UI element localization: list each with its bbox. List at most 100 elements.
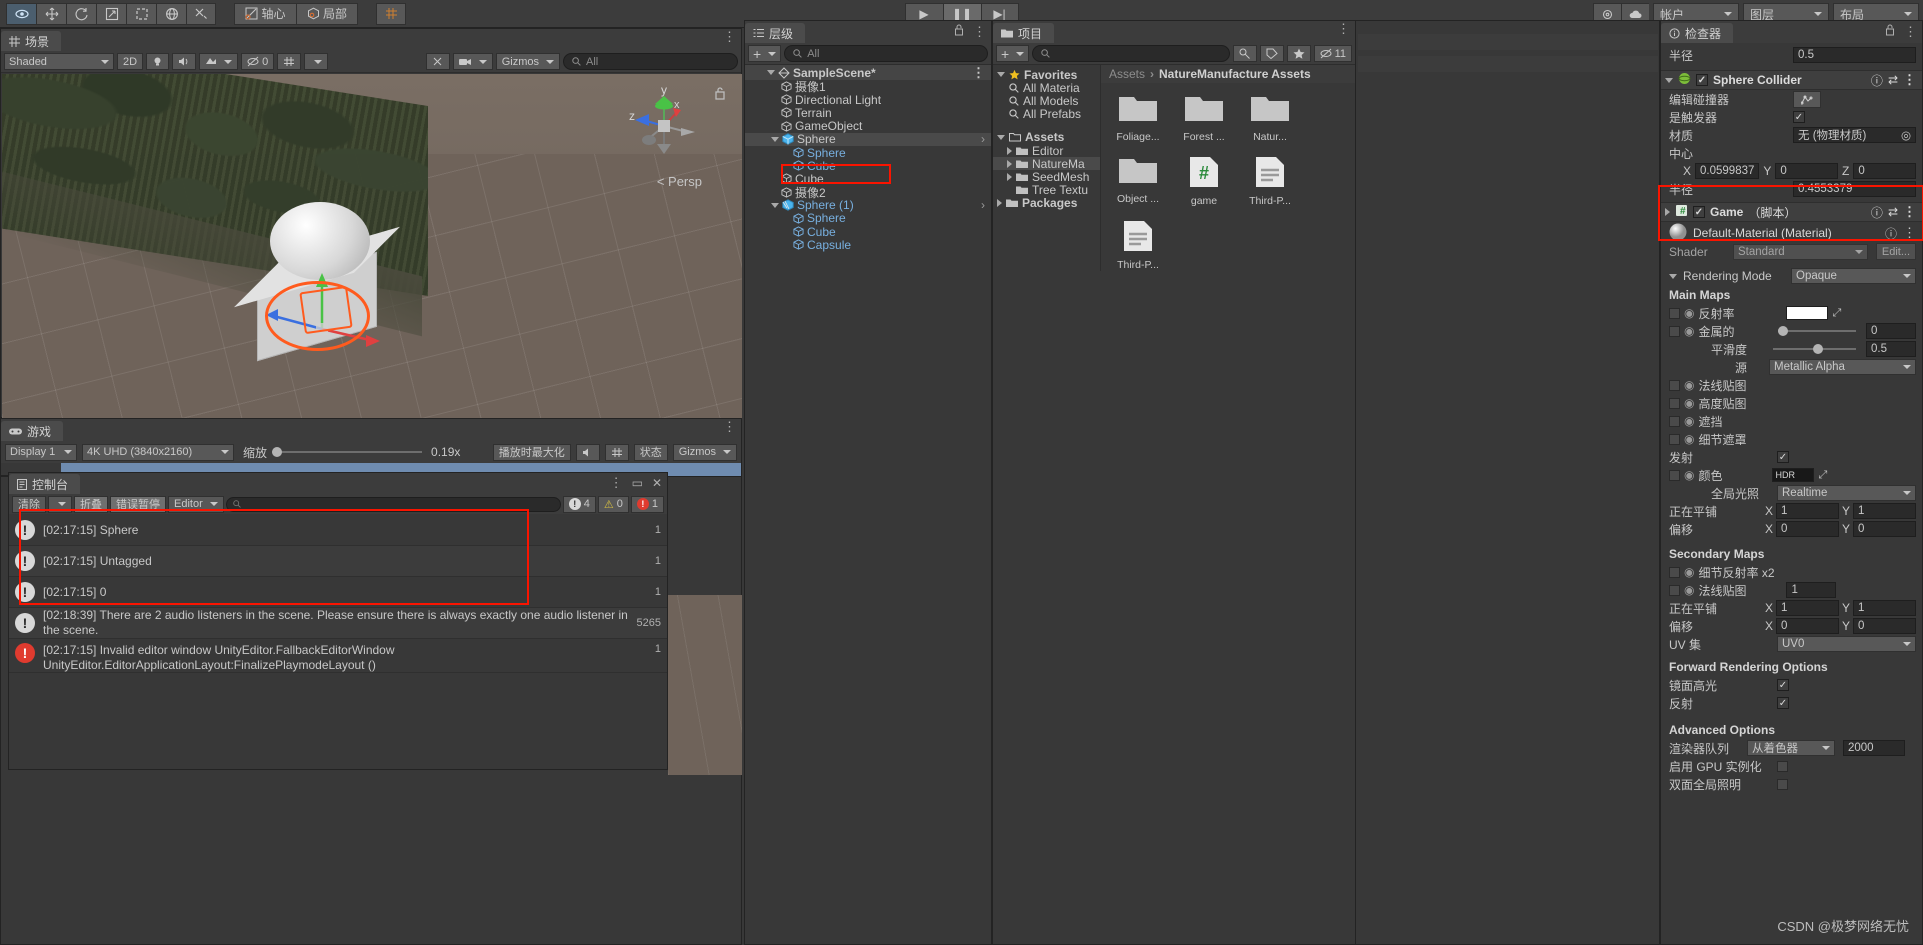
emission-checkbox[interactable]: ✓ bbox=[1777, 451, 1789, 463]
tiling-x-field[interactable]: 1 bbox=[1776, 503, 1839, 519]
hierarchy-item-cube-child[interactable]: Cube bbox=[745, 159, 991, 173]
display-dropdown[interactable]: Display 1 bbox=[5, 443, 77, 461]
log-entry[interactable]: ! [02:17:15] Untagged 1 bbox=[9, 546, 667, 577]
preset-icon[interactable]: ⇄ bbox=[1888, 73, 1898, 87]
tab-game[interactable]: 游戏 bbox=[1, 421, 64, 441]
search-by-type-icon[interactable] bbox=[1232, 45, 1257, 62]
game-grid-button[interactable] bbox=[604, 443, 629, 461]
occlusion-texture-slot[interactable] bbox=[1669, 415, 1680, 427]
material-menu-icon[interactable]: ⋮ bbox=[1903, 226, 1916, 239]
asset-item-object[interactable]: Object ... bbox=[1115, 155, 1161, 207]
scene-search-input[interactable]: All bbox=[563, 53, 738, 70]
secondary-normal-field[interactable]: 1 bbox=[1786, 582, 1837, 598]
radius-top-field[interactable]: 0.5 bbox=[1793, 47, 1916, 63]
fx-toggle-button[interactable] bbox=[199, 53, 239, 70]
gizmos-button[interactable]: Gizmos bbox=[495, 53, 560, 70]
project-favorite-all-models[interactable]: All Models bbox=[993, 94, 1100, 108]
console-close-icon[interactable]: ✕ bbox=[652, 476, 662, 490]
offset-x-field[interactable]: 0 bbox=[1776, 521, 1839, 537]
is-trigger-checkbox[interactable]: ✓ bbox=[1793, 111, 1805, 123]
project-tree[interactable]: Favorites All Materia All Models All Pre… bbox=[993, 65, 1101, 271]
sec-tiling-x-field[interactable]: 1 bbox=[1776, 600, 1839, 616]
tiling-y-field[interactable]: 1 bbox=[1853, 503, 1916, 519]
asset-item-nature[interactable]: Natur... bbox=[1247, 93, 1293, 143]
grid-snap-button[interactable] bbox=[376, 2, 406, 25]
albedo-color-swatch[interactable] bbox=[1786, 306, 1829, 320]
audio-toggle-button[interactable] bbox=[172, 53, 197, 70]
tab-project[interactable]: 项目 bbox=[993, 23, 1055, 43]
project-menu-icon[interactable]: ⋮ bbox=[1337, 22, 1350, 35]
metallic-slider[interactable] bbox=[1778, 326, 1856, 336]
scene-row-menu-icon[interactable]: ⋮ bbox=[972, 66, 985, 79]
hierarchy-item-camera2[interactable]: 摄像2 bbox=[745, 186, 991, 200]
shader-edit-button[interactable]: Edit... bbox=[1875, 243, 1916, 260]
create-asset-button[interactable]: + bbox=[996, 45, 1030, 62]
hierarchy-item-sphere-child[interactable]: Sphere bbox=[745, 146, 991, 160]
rendering-mode-dropdown[interactable]: Opaque bbox=[1791, 268, 1916, 284]
asset-item-forest[interactable]: Forest ... bbox=[1181, 93, 1227, 143]
specular-checkbox[interactable]: ✓ bbox=[1777, 679, 1789, 691]
scale-tool-button[interactable] bbox=[96, 2, 126, 25]
project-folder-seedmesh[interactable]: SeedMesh bbox=[993, 170, 1100, 184]
clear-dropdown[interactable] bbox=[48, 495, 72, 513]
hierarchy-item-terrain[interactable]: Terrain bbox=[745, 106, 991, 120]
sec-tiling-y-field[interactable]: 1 bbox=[1853, 600, 1916, 616]
project-folder-editor[interactable]: Editor bbox=[993, 144, 1100, 158]
sphere-collider-enabled-checkbox[interactable]: ✓ bbox=[1696, 74, 1708, 86]
rotate-tool-button[interactable] bbox=[66, 2, 96, 25]
tab-console[interactable]: 控制台 bbox=[9, 474, 81, 494]
scale-slider[interactable] bbox=[272, 447, 423, 457]
material-header-row[interactable]: Default-Material (Material) ⓘ ⋮ bbox=[1661, 222, 1922, 244]
collapse-button[interactable]: 折叠 bbox=[74, 495, 108, 513]
rect-tool-button[interactable] bbox=[126, 2, 156, 25]
breadcrumb-assets[interactable]: Assets bbox=[1109, 67, 1145, 81]
tab-inspector[interactable]: 检查器 bbox=[1661, 23, 1734, 43]
hierarchy-lock-icon[interactable] bbox=[954, 24, 964, 39]
move-tool-button[interactable] bbox=[36, 2, 66, 25]
help-icon[interactable]: ⓘ bbox=[1871, 204, 1883, 221]
console-minimize-icon[interactable]: ▭ bbox=[632, 476, 643, 490]
asset-item-game-script[interactable]: # game bbox=[1181, 155, 1227, 207]
inspector-lock-icon[interactable] bbox=[1885, 24, 1895, 39]
project-assets-root[interactable]: Assets bbox=[993, 130, 1100, 144]
sec-offset-x-field[interactable]: 0 bbox=[1776, 618, 1839, 634]
error-counter[interactable]: ! 1 bbox=[630, 495, 664, 513]
sec-offset-y-field[interactable]: 0 bbox=[1853, 618, 1916, 634]
editor-dropdown[interactable]: Editor bbox=[168, 495, 224, 513]
offset-y-field[interactable]: 0 bbox=[1853, 521, 1916, 537]
log-entry[interactable]: ! [02:17:15] Sphere 1 bbox=[9, 515, 667, 546]
shader-dropdown[interactable]: Standard bbox=[1733, 243, 1868, 260]
source-dropdown[interactable]: Metallic Alpha bbox=[1769, 359, 1916, 375]
mute-audio-button[interactable] bbox=[575, 443, 600, 461]
custom-tool-button[interactable] bbox=[186, 2, 216, 25]
scene-grid-button[interactable] bbox=[277, 53, 302, 70]
hierarchy-item-cube[interactable]: Cube bbox=[745, 172, 991, 186]
sphere-collider-header[interactable]: ✓ Sphere Collider ⓘ ⇄ ⋮ bbox=[1661, 70, 1922, 90]
twod-toggle-button[interactable]: 2D bbox=[117, 53, 144, 70]
tab-scene[interactable]: 场景 bbox=[1, 31, 62, 51]
hierarchy-item-directional-light[interactable]: Directional Light bbox=[745, 93, 991, 107]
edit-collider-button[interactable] bbox=[1793, 90, 1821, 108]
pivot-mode-button[interactable]: 轴心 bbox=[234, 2, 296, 25]
console-search-input[interactable] bbox=[225, 496, 561, 512]
resolution-dropdown[interactable]: 4K UHD (3840x2160) bbox=[82, 443, 234, 461]
preset-icon[interactable]: ⇄ bbox=[1888, 205, 1898, 219]
scene-grid-dropdown[interactable] bbox=[304, 53, 329, 70]
maximize-on-play-button[interactable]: 播放时最大化 bbox=[492, 443, 571, 461]
local-mode-button[interactable]: 局部 bbox=[296, 2, 358, 25]
shading-mode-dropdown[interactable]: Shaded bbox=[4, 53, 114, 70]
detail-albedo-slot[interactable] bbox=[1669, 566, 1680, 578]
albedo-texture-slot[interactable] bbox=[1669, 307, 1680, 319]
tab-hierarchy[interactable]: 层级 bbox=[745, 23, 806, 43]
game-menu-icon[interactable]: ⋮ bbox=[723, 420, 736, 433]
asset-item-third-party-2[interactable]: Third-P... bbox=[1115, 219, 1161, 271]
favorites-star-icon[interactable] bbox=[1286, 45, 1311, 62]
component-menu-icon[interactable]: ⋮ bbox=[1903, 73, 1916, 86]
center-z-field[interactable]: 0 bbox=[1853, 163, 1916, 179]
scene-gizmo-lock-icon[interactable] bbox=[714, 86, 726, 103]
metallic-field[interactable]: 0 bbox=[1866, 323, 1916, 339]
scene-audio-count-button[interactable]: 0 bbox=[241, 53, 275, 70]
detail-mask-texture-slot[interactable] bbox=[1669, 433, 1680, 445]
uv-set-dropdown[interactable]: UV0 bbox=[1777, 636, 1916, 652]
normal-map-texture-slot[interactable] bbox=[1669, 379, 1680, 391]
